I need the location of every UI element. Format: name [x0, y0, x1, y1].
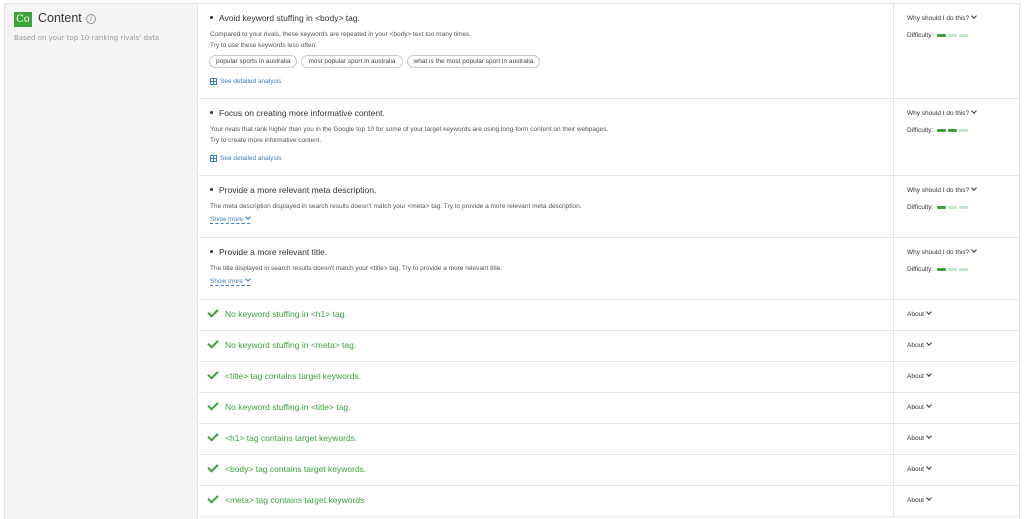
issue-title: Provide a more relevant meta description…	[210, 185, 376, 195]
issue-description: Compared to your rivals, these keywords …	[210, 31, 472, 38]
why-should-i-do-this-button[interactable]: Why should I do this?	[907, 185, 977, 194]
difficulty-indicator: Difficulty:	[907, 32, 969, 39]
passed-check-row: <h1> tag contains target keywords. About	[199, 424, 1019, 455]
check-title: No keyword stuffing in <meta> tag.	[207, 337, 356, 350]
chevron-down-icon	[926, 495, 932, 501]
keyword-pill[interactable]: most popular sport in australia	[301, 55, 403, 68]
bullet-icon	[210, 111, 213, 115]
see-detailed-analysis-link[interactable]: See detailed analysis	[210, 78, 281, 85]
chevron-down-icon	[926, 371, 932, 377]
checkmark-icon	[207, 461, 219, 473]
issue-title: Provide a more relevant title.	[210, 247, 327, 257]
section-header-panel: Co Content i Based on your top 10-rankin…	[5, 4, 198, 519]
why-should-i-do-this-button[interactable]: Why should I do this?	[907, 247, 977, 256]
passed-check-row: <title> tag contains target keywords. Ab…	[199, 362, 1019, 393]
chevron-down-icon	[971, 247, 977, 253]
why-should-i-do-this-button[interactable]: Why should I do this?	[907, 13, 977, 22]
chevron-down-icon	[245, 276, 251, 282]
check-title: <title> tag contains target keywords.	[207, 368, 361, 381]
issue-row: Provide a more relevant meta description…	[199, 176, 1019, 238]
check-title: <h1> tag contains target keywords.	[207, 430, 357, 443]
checkmark-icon	[207, 492, 219, 504]
why-should-i-do-this-button[interactable]: Why should I do this?	[907, 108, 977, 117]
passed-check-row: No keyword stuffing in <title> tag. Abou…	[199, 393, 1019, 424]
about-button[interactable]: About	[907, 371, 932, 380]
keyword-pill[interactable]: what is the most popular sport in austra…	[406, 55, 541, 68]
issue-row: Provide a more relevant title. The title…	[199, 238, 1019, 300]
issue-row: Avoid keyword stuffing in <body> tag. Co…	[199, 4, 1019, 99]
passed-check-row: <meta> tag contains target keywords Abou…	[199, 486, 1019, 517]
chevron-down-icon	[245, 214, 251, 220]
about-button[interactable]: About	[907, 340, 932, 349]
about-button[interactable]: About	[907, 309, 932, 318]
table-icon	[210, 78, 217, 85]
about-button[interactable]: About	[907, 495, 932, 504]
difficulty-bars	[937, 268, 969, 271]
issue-description: The title displayed in search results do…	[210, 265, 503, 272]
bullet-icon	[210, 250, 213, 254]
check-title: No keyword stuffing in <title> tag.	[207, 399, 351, 412]
chevron-down-icon	[971, 108, 977, 114]
info-icon[interactable]: i	[86, 14, 96, 24]
difficulty-indicator: Difficulty:	[907, 204, 969, 211]
table-icon	[210, 155, 217, 162]
keyword-pill[interactable]: popular sports in australia	[209, 55, 298, 68]
section-subtitle: Based on your top 10-ranking rivals' dat…	[14, 34, 160, 42]
passed-check-row: <body> tag contains target keywords. Abo…	[199, 455, 1019, 486]
passed-check-row: No keyword stuffing in <meta> tag. About	[199, 331, 1019, 362]
show-more-link[interactable]: Show more	[210, 214, 251, 224]
difficulty-indicator: Difficulty:	[907, 266, 969, 273]
chevron-down-icon	[971, 13, 977, 19]
checkmark-icon	[207, 430, 219, 442]
bullet-icon	[210, 16, 213, 20]
difficulty-bars	[937, 129, 969, 132]
issue-description: Try to use these keywords less often.	[210, 42, 318, 49]
chevron-down-icon	[926, 309, 932, 315]
check-title: No keyword stuffing in <h1> tag.	[207, 306, 347, 319]
section-title: Content	[38, 11, 82, 25]
chevron-down-icon	[926, 433, 932, 439]
about-button[interactable]: About	[907, 433, 932, 442]
keyword-list: popular sports in australia most popular…	[209, 55, 541, 68]
checkmark-icon	[207, 399, 219, 411]
content-section: Co Content i Based on your top 10-rankin…	[4, 3, 1020, 519]
checkmark-icon	[207, 368, 219, 380]
difficulty-indicator: Difficulty:	[907, 127, 969, 134]
check-title: <meta> tag contains target keywords	[207, 492, 364, 505]
difficulty-bars	[937, 206, 969, 209]
difficulty-bars	[937, 34, 969, 37]
checkmark-icon	[207, 306, 219, 318]
chevron-down-icon	[926, 340, 932, 346]
recommendations-list: Avoid keyword stuffing in <body> tag. Co…	[199, 4, 1019, 517]
show-more-link[interactable]: Show more	[210, 276, 251, 286]
issue-description: The meta description displayed in search…	[210, 203, 582, 210]
see-detailed-analysis-link[interactable]: See detailed analysis	[210, 155, 281, 162]
chevron-down-icon	[926, 402, 932, 408]
issue-title: Avoid keyword stuffing in <body> tag.	[210, 13, 360, 23]
passed-check-row: No keyword stuffing in <h1> tag. About	[199, 300, 1019, 331]
chevron-down-icon	[971, 185, 977, 191]
about-button[interactable]: About	[907, 402, 932, 411]
content-badge: Co	[14, 12, 32, 27]
issue-description: Try to create more informative content.	[210, 137, 322, 144]
issue-description: Your rivals that rank higher than you in…	[210, 126, 609, 133]
issue-title: Focus on creating more informative conte…	[210, 108, 385, 118]
checkmark-icon	[207, 337, 219, 349]
bullet-icon	[210, 188, 213, 192]
chevron-down-icon	[926, 464, 932, 470]
check-title: <body> tag contains target keywords.	[207, 461, 366, 474]
issue-row: Focus on creating more informative conte…	[199, 99, 1019, 176]
about-button[interactable]: About	[907, 464, 932, 473]
